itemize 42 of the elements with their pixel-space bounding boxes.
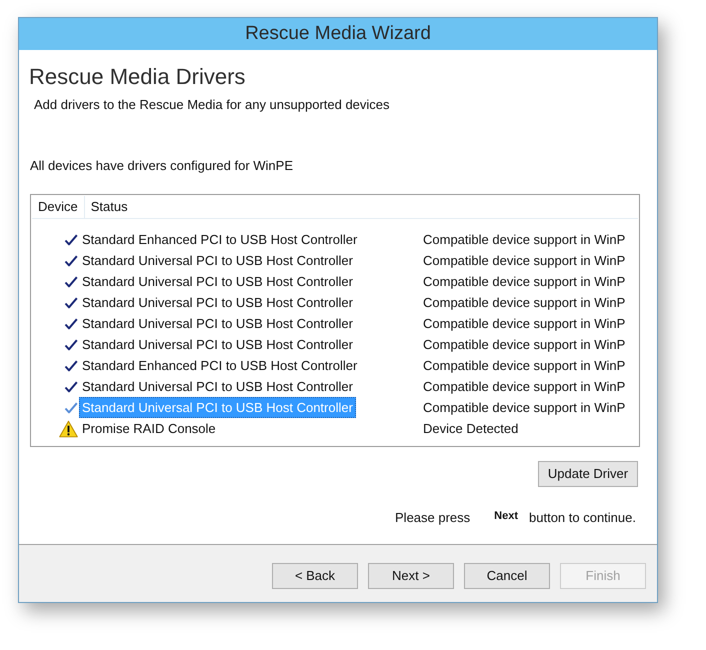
device-name[interactable]: Standard Enhanced PCI to USB Host Controller [79,355,360,376]
device-name[interactable]: Standard Universal PCI to USB Host Controller [79,250,356,271]
device-status: Compatible device support in WinP [423,252,626,270]
check-icon [64,402,78,414]
hint-text: button to continue. [529,509,636,528]
check-icon [64,276,78,288]
device-status: Compatible device support in WinP [423,231,626,249]
device-name[interactable]: Standard Universal PCI to USB Host Controller [79,313,356,334]
device-status: Compatible device support in WinP [423,315,626,333]
device-status: Compatible device support in WinP [423,273,626,291]
check-icon [64,296,78,308]
page-heading: Rescue Media Drivers [29,63,246,91]
wizard-button[interactable]: Next > [368,563,454,589]
device-name[interactable]: Standard Universal PCI to USB Host Controller [79,271,356,292]
hint-key: Next [494,508,518,525]
check-icon [64,380,78,392]
check-icon [64,234,78,246]
device-name[interactable]: Promise RAID Console [79,418,219,439]
device-name[interactable]: Standard Universal PCI to USB Host Controller [79,292,356,313]
summary-text: All devices have drivers configured for WinPE [30,158,294,174]
column-header[interactable]: Status [84,196,638,218]
warning-icon [59,420,78,438]
device-name[interactable]: Standard Universal PCI to USB Host Controller [79,376,356,397]
page-subtitle: Add drivers to the Rescue Media for any unsupported devices [34,97,390,113]
column-header[interactable]: Device [32,196,85,218]
update-driver-button[interactable]: Update Driver [538,461,638,487]
check-icon [64,338,78,350]
check-icon [64,360,78,372]
device-status: Compatible device support in WinP [423,294,626,312]
device-status: Compatible device support in WinP [423,399,626,417]
device-name[interactable]: Standard Enhanced PCI to USB Host Controller [79,229,360,250]
hint-text: Please press [395,509,470,528]
device-status: Compatible device support in WinP [423,378,626,396]
device-status: Compatible device support in WinP [423,336,626,354]
check-icon [64,318,78,330]
device-status: Device Detected [423,420,518,438]
window-title: Rescue Media Wizard [245,22,431,46]
check-icon [64,254,78,266]
device-status: Compatible device support in WinP [423,357,626,375]
wizard-button[interactable]: < Back [272,563,358,589]
device-name[interactable]: Standard Universal PCI to USB Host Controller [79,334,356,355]
wizard-button[interactable]: Cancel [464,563,550,589]
